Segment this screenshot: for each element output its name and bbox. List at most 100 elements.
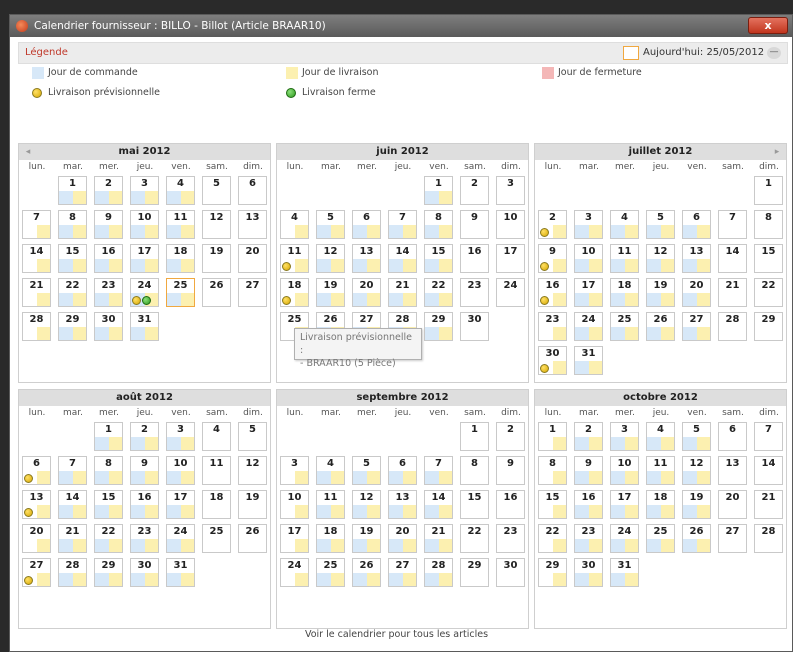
- day-cell[interactable]: 2: [460, 176, 489, 205]
- day-cell[interactable]: 7: [58, 456, 87, 485]
- day-cell[interactable]: 23: [538, 312, 567, 341]
- day-cell[interactable]: 29: [754, 312, 783, 341]
- day-cell[interactable]: 29: [94, 558, 123, 587]
- forecast-delivery-icon[interactable]: [540, 364, 549, 373]
- day-cell[interactable]: 13: [388, 490, 417, 519]
- day-cell[interactable]: 28: [58, 558, 87, 587]
- day-cell[interactable]: 19: [352, 524, 381, 553]
- day-cell[interactable]: 10: [496, 210, 525, 239]
- day-cell[interactable]: 19: [316, 278, 345, 307]
- day-cell[interactable]: 21: [58, 524, 87, 553]
- day-cell[interactable]: 29: [538, 558, 567, 587]
- day-cell[interactable]: 24: [496, 278, 525, 307]
- day-cell[interactable]: 18: [646, 490, 675, 519]
- day-cell[interactable]: 27: [22, 558, 51, 587]
- day-cell[interactable]: 6: [22, 456, 51, 485]
- day-cell[interactable]: 1: [58, 176, 87, 205]
- day-cell[interactable]: 6: [682, 210, 711, 239]
- day-cell[interactable]: 28: [424, 558, 453, 587]
- day-cell[interactable]: 9: [538, 244, 567, 273]
- forecast-delivery-icon[interactable]: [24, 576, 33, 585]
- day-cell[interactable]: 26: [352, 558, 381, 587]
- day-cell[interactable]: 30: [130, 558, 159, 587]
- day-cell[interactable]: 23: [94, 278, 123, 307]
- day-cell-today[interactable]: 25: [166, 278, 195, 307]
- day-cell[interactable]: 20: [388, 524, 417, 553]
- day-cell[interactable]: 3: [130, 176, 159, 205]
- day-cell[interactable]: 12: [682, 456, 711, 485]
- day-cell[interactable]: 15: [58, 244, 87, 273]
- day-cell[interactable]: 21: [22, 278, 51, 307]
- day-cell[interactable]: 27: [238, 278, 267, 307]
- day-cell[interactable]: 21: [388, 278, 417, 307]
- day-cell[interactable]: 30: [574, 558, 603, 587]
- day-cell[interactable]: 4: [646, 422, 675, 451]
- day-cell[interactable]: 24: [574, 312, 603, 341]
- day-cell[interactable]: 7: [388, 210, 417, 239]
- day-cell[interactable]: 8: [460, 456, 489, 485]
- day-cell[interactable]: 11: [610, 244, 639, 273]
- day-cell[interactable]: 9: [130, 456, 159, 485]
- day-cell[interactable]: 4: [166, 176, 195, 205]
- day-cell[interactable]: 17: [166, 490, 195, 519]
- forecast-delivery-icon[interactable]: [282, 262, 291, 271]
- day-cell[interactable]: 11: [202, 456, 231, 485]
- day-cell[interactable]: 31: [574, 346, 603, 375]
- day-cell[interactable]: 2: [496, 422, 525, 451]
- day-cell[interactable]: 23: [574, 524, 603, 553]
- day-cell[interactable]: 17: [130, 244, 159, 273]
- day-cell[interactable]: 24: [130, 278, 159, 307]
- day-cell[interactable]: 3: [496, 176, 525, 205]
- day-cell[interactable]: 12: [352, 490, 381, 519]
- day-cell[interactable]: 15: [94, 490, 123, 519]
- day-cell[interactable]: 13: [352, 244, 381, 273]
- forecast-delivery-icon[interactable]: [540, 262, 549, 271]
- day-cell[interactable]: 26: [646, 312, 675, 341]
- day-cell[interactable]: 17: [280, 524, 309, 553]
- legend-header[interactable]: Légende Aujourd'hui: 25/05/2012 —: [18, 42, 788, 64]
- day-cell[interactable]: 3: [610, 422, 639, 451]
- forecast-delivery-icon[interactable]: [282, 296, 291, 305]
- day-cell[interactable]: 11: [280, 244, 309, 273]
- day-cell[interactable]: 30: [460, 312, 489, 341]
- day-cell[interactable]: 19: [238, 490, 267, 519]
- day-cell[interactable]: 25: [202, 524, 231, 553]
- day-cell[interactable]: 17: [574, 278, 603, 307]
- day-cell[interactable]: 23: [496, 524, 525, 553]
- day-cell[interactable]: 9: [94, 210, 123, 239]
- day-cell[interactable]: 22: [460, 524, 489, 553]
- day-cell[interactable]: 10: [610, 456, 639, 485]
- day-cell[interactable]: 25: [316, 558, 345, 587]
- day-cell[interactable]: 16: [496, 490, 525, 519]
- day-cell[interactable]: 22: [538, 524, 567, 553]
- day-cell[interactable]: 13: [682, 244, 711, 273]
- day-cell[interactable]: 27: [682, 312, 711, 341]
- day-cell[interactable]: 18: [610, 278, 639, 307]
- day-cell[interactable]: 20: [238, 244, 267, 273]
- day-cell[interactable]: 3: [166, 422, 195, 451]
- day-cell[interactable]: 9: [574, 456, 603, 485]
- day-cell[interactable]: 14: [388, 244, 417, 273]
- day-cell[interactable]: 6: [352, 210, 381, 239]
- day-cell[interactable]: 15: [538, 490, 567, 519]
- day-cell[interactable]: 27: [388, 558, 417, 587]
- day-cell[interactable]: 19: [202, 244, 231, 273]
- day-cell[interactable]: 4: [316, 456, 345, 485]
- day-cell[interactable]: 12: [202, 210, 231, 239]
- day-cell[interactable]: 9: [460, 210, 489, 239]
- day-cell[interactable]: 30: [538, 346, 567, 375]
- day-cell[interactable]: 28: [22, 312, 51, 341]
- day-cell[interactable]: 26: [238, 524, 267, 553]
- day-cell[interactable]: 4: [202, 422, 231, 451]
- day-cell[interactable]: 15: [460, 490, 489, 519]
- day-cell[interactable]: 15: [754, 244, 783, 273]
- day-cell[interactable]: 29: [460, 558, 489, 587]
- day-cell[interactable]: 16: [538, 278, 567, 307]
- day-cell[interactable]: 6: [238, 176, 267, 205]
- day-cell[interactable]: 20: [352, 278, 381, 307]
- forecast-delivery-icon[interactable]: [24, 474, 33, 483]
- day-cell[interactable]: 8: [58, 210, 87, 239]
- day-cell[interactable]: 14: [22, 244, 51, 273]
- day-cell[interactable]: 1: [754, 176, 783, 205]
- day-cell[interactable]: 31: [166, 558, 195, 587]
